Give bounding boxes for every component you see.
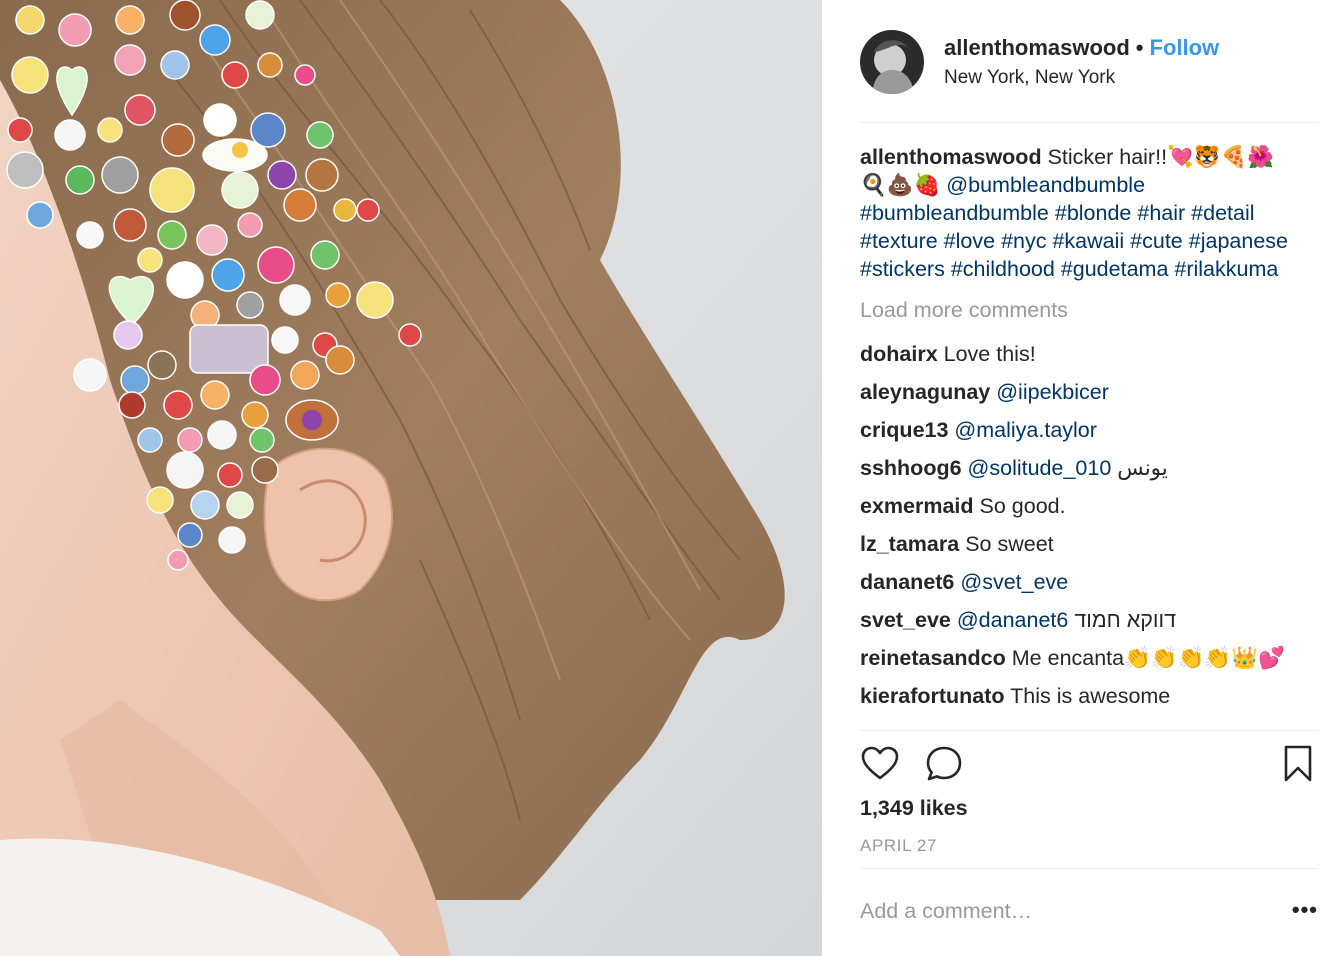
comment-mention[interactable]: @iipekbicer [996, 380, 1109, 404]
post-side-panel: allenthomaswood • Follow New York, New Y… [822, 0, 1328, 956]
caption-tag[interactable]: #hair [1137, 201, 1185, 225]
separator-dot: • [1135, 35, 1144, 60]
sticker-hair-photo [0, 0, 822, 956]
comment-item: svet_eve @dananet6 דווקא חמוד [860, 601, 1298, 639]
comment-item: dohairx Love this! [860, 335, 1298, 373]
follow-button[interactable]: Follow [1150, 35, 1220, 61]
comment-item: sshhoog6 @solitude_010 يونس [860, 449, 1298, 487]
comment-item: reinetasandco Me encanta👏👏👏👏👑💕 [860, 639, 1298, 677]
comment-bubble-icon[interactable] [924, 744, 964, 784]
caption-tag[interactable]: #bumbleandbumble [860, 201, 1049, 225]
comment-text: So good. [979, 494, 1066, 518]
comment-username[interactable]: svet_eve [860, 608, 951, 632]
comments-section: allenthomaswood Sticker hair!!💘🐯🍕🌺 🍳💩🍓 @… [860, 143, 1298, 728]
heart-icon[interactable] [860, 744, 900, 784]
caption-tag[interactable]: #stickers [860, 257, 945, 281]
header-text: allenthomaswood • Follow New York, New Y… [944, 28, 1219, 90]
comment-username[interactable]: exmermaid [860, 494, 974, 518]
caption-emoji-2: 🍳💩🍓 [860, 173, 941, 197]
comment-text: דווקא חמוד [1074, 608, 1177, 632]
post-date[interactable]: APRIL 27 [860, 836, 937, 856]
comment-item: crique13 @maliya.taylor [860, 411, 1298, 449]
header-line: allenthomaswood • Follow [944, 35, 1219, 61]
add-comment-input[interactable]: Add a comment… [860, 899, 1032, 924]
caption-tag[interactable]: #japanese [1189, 229, 1288, 253]
caption-tag[interactable]: #cute [1130, 229, 1183, 253]
caption-tag[interactable]: #kawaii [1052, 229, 1124, 253]
caption-tag[interactable]: #gudetama [1061, 257, 1169, 281]
caption-tag[interactable]: #nyc [1001, 229, 1046, 253]
comment-mention[interactable]: @dananet6 [957, 608, 1069, 632]
comment-username[interactable]: dohairx [860, 342, 938, 366]
caption-tag[interactable]: #childhood [951, 257, 1055, 281]
comment-username[interactable]: reinetasandco [860, 646, 1006, 670]
divider [860, 122, 1318, 123]
post-caption: allenthomaswood Sticker hair!!💘🐯🍕🌺 🍳💩🍓 @… [860, 143, 1298, 283]
divider [860, 868, 1318, 869]
caption-emoji-1: 💘🐯🍕🌺 [1167, 145, 1275, 169]
caption-tag[interactable]: #rilakkuma [1174, 257, 1278, 281]
comment-text: Me encanta👏👏👏👏👑💕 [1011, 646, 1285, 670]
caption-tag[interactable]: #texture [860, 229, 938, 253]
comment-mention[interactable]: @solitude_010 [968, 456, 1112, 480]
comment-mention[interactable]: @svet_eve [960, 570, 1068, 594]
avatar[interactable] [860, 30, 924, 94]
comment-text: This is awesome [1010, 684, 1171, 708]
comment-item: exmermaid So good. [860, 487, 1298, 525]
comment-username[interactable]: lz_tamara [860, 532, 959, 556]
post-header: allenthomaswood • Follow New York, New Y… [860, 28, 1318, 96]
caption-tag[interactable]: #blonde [1055, 201, 1132, 225]
likes-count[interactable]: 1,349 likes [860, 796, 968, 821]
caption-tag[interactable]: #detail [1191, 201, 1254, 225]
comment-item: kierafortunato This is awesome [860, 677, 1298, 715]
comment-text: So sweet [965, 532, 1054, 556]
action-bar [860, 744, 1318, 788]
comment-username[interactable]: crique13 [860, 418, 948, 442]
comment-username[interactable]: dananet6 [860, 570, 954, 594]
post-location[interactable]: New York, New York [944, 66, 1219, 90]
comment-text: Love this! [943, 342, 1036, 366]
caption-tag[interactable]: #love [944, 229, 995, 253]
more-options-icon[interactable]: ••• [1292, 897, 1318, 923]
comment-item: lz_tamara So sweet [860, 525, 1298, 563]
comment-text: يونس [1117, 456, 1168, 480]
load-more-comments-button[interactable]: Load more comments [860, 295, 1298, 325]
caption-text: Sticker hair!! [1047, 145, 1168, 169]
bookmark-icon[interactable] [1278, 744, 1318, 784]
post-username[interactable]: allenthomaswood [944, 35, 1130, 61]
divider [860, 730, 1318, 731]
comment-mention[interactable]: @maliya.taylor [954, 418, 1097, 442]
comment-item: aleynagunay @iipekbicer [860, 373, 1298, 411]
caption-username[interactable]: allenthomaswood [860, 145, 1042, 169]
avatar-image [860, 30, 924, 94]
comment-item: dananet6 @svet_eve [860, 563, 1298, 601]
post-photo[interactable] [0, 0, 822, 956]
comment-username[interactable]: sshhoog6 [860, 456, 962, 480]
caption-tag[interactable]: @bumbleandbumble [946, 173, 1145, 197]
comment-username[interactable]: aleynagunay [860, 380, 990, 404]
comment-username[interactable]: kierafortunato [860, 684, 1005, 708]
